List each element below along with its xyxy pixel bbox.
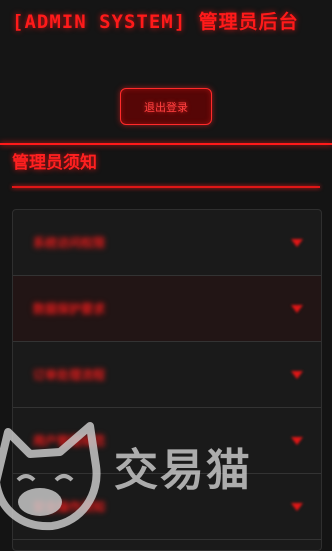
page-title: [ADMIN SYSTEM] 管理员后台	[12, 11, 299, 33]
accordion-item-label: 用户管理规范	[33, 434, 106, 448]
section-divider	[12, 186, 320, 188]
chevron-down-icon	[291, 370, 303, 379]
accordion-item[interactable]: 系统访问权限	[13, 210, 321, 276]
accordion-item-label: 安全操作须知	[33, 500, 106, 514]
accordion-item-label: 订单处理流程	[33, 368, 106, 382]
logout-button[interactable]: 退出登录	[120, 88, 212, 125]
header: [ADMIN SYSTEM] 管理员后台 退出登录	[0, 0, 332, 144]
chevron-down-icon	[291, 238, 303, 247]
chevron-down-icon	[291, 502, 303, 511]
accordion-item-label: 数据保护要求	[33, 302, 106, 316]
header-divider	[0, 143, 332, 145]
chevron-down-icon	[291, 436, 303, 445]
watermark-text: 交易猫	[114, 445, 252, 496]
accordion-item-label: 系统访问权限	[33, 236, 106, 250]
section-title: 管理员须知	[12, 153, 97, 173]
chevron-down-icon	[291, 304, 303, 313]
accordion-item[interactable]: 数据保护要求	[13, 276, 321, 342]
accordion-item[interactable]: 订单处理流程	[13, 342, 321, 408]
notice-accordion: 系统访问权限 数据保护要求 订单处理流程 用户管理规范 安全操作须知	[12, 209, 322, 551]
